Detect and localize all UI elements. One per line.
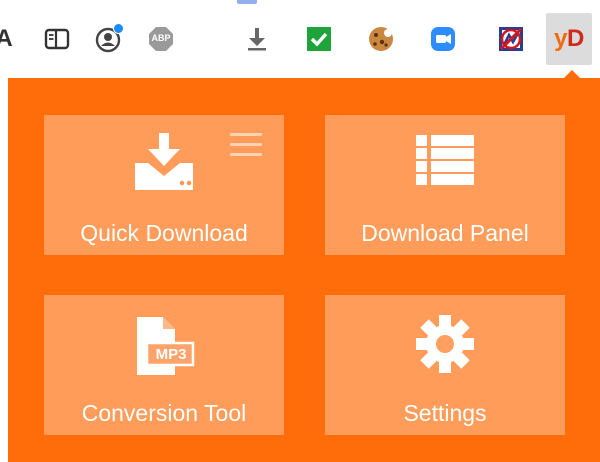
gear-icon xyxy=(414,313,476,380)
yd-logo-y: y xyxy=(554,25,567,52)
settings-tile[interactable]: Settings xyxy=(325,295,565,435)
conversion-tool-label: Conversion Tool xyxy=(81,400,247,426)
conversion-tool-tile[interactable]: MP3 Conversion Tool xyxy=(44,295,284,435)
green-check-icon[interactable] xyxy=(302,22,336,56)
quick-download-label: Quick Download xyxy=(80,220,248,246)
partial-a-icon[interactable]: A xyxy=(0,22,14,56)
mp3-file-icon: MP3 xyxy=(133,317,195,380)
settings-label: Settings xyxy=(403,400,487,426)
cookie-icon[interactable] xyxy=(364,22,398,56)
profile-icon[interactable] xyxy=(92,22,126,56)
list-panel-icon xyxy=(416,135,474,190)
adblock-plus-icon[interactable]: ABP xyxy=(144,22,178,56)
zoom-video-icon[interactable] xyxy=(426,22,460,56)
toolbar-top-accent xyxy=(237,0,257,4)
abp-label: ABP xyxy=(151,33,171,43)
blocked-extension-icon[interactable] xyxy=(494,22,528,56)
download-panel-tile[interactable]: Download Panel xyxy=(325,115,565,255)
quick-download-tile[interactable]: Quick Download xyxy=(44,115,284,255)
extension-popup: Quick Download Download Panel MP3 Conver… xyxy=(8,78,600,462)
partial-a-glyph: A xyxy=(0,25,13,52)
yd-extension-icon[interactable]: yD xyxy=(546,13,592,65)
yd-logo-d: D xyxy=(567,25,584,52)
download-panel-label: Download Panel xyxy=(361,220,529,246)
download-arrow-icon[interactable] xyxy=(240,22,274,56)
notification-badge xyxy=(113,23,124,34)
download-tray-icon xyxy=(134,133,194,196)
hamburger-menu-icon[interactable] xyxy=(230,133,262,157)
reading-list-icon[interactable] xyxy=(40,22,74,56)
mp3-label: MP3 xyxy=(155,346,187,363)
yd-logo: yD xyxy=(554,25,584,53)
browser-toolbar: A ABP yD xyxy=(0,0,600,78)
